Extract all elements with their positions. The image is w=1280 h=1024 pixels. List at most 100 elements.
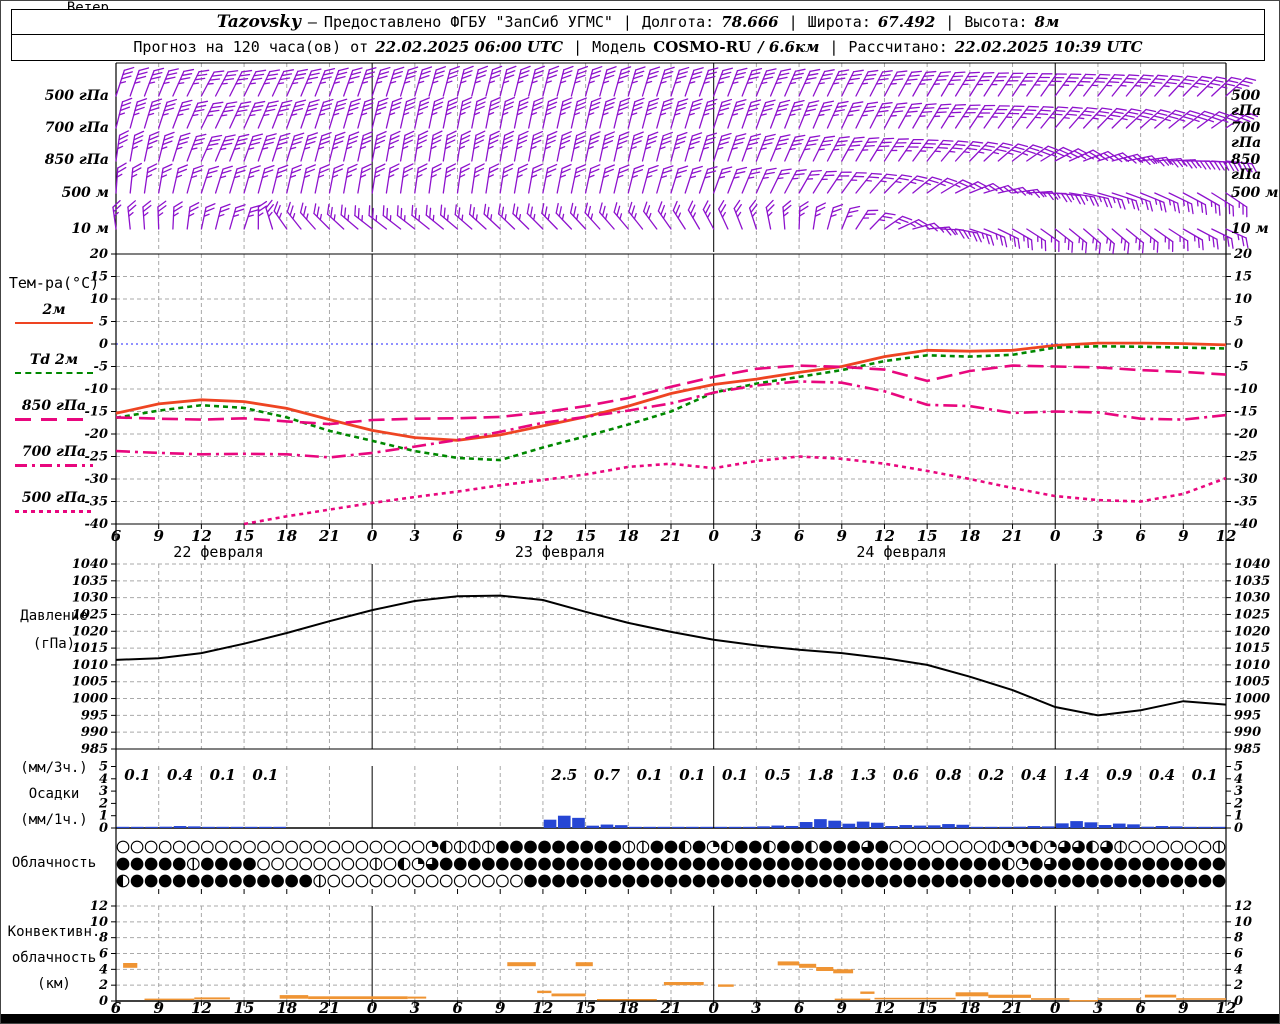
svg-text:-20: -20 bbox=[85, 427, 109, 442]
svg-text:0.1: 0.1 bbox=[637, 766, 663, 784]
separator: | bbox=[788, 13, 798, 31]
cloud-rows bbox=[116, 840, 1226, 888]
altitude-value: 8м bbox=[1034, 13, 1060, 31]
svg-text:-15: -15 bbox=[1234, 405, 1258, 420]
curve-t500 bbox=[243, 455, 1227, 526]
svg-text:1000: 1000 bbox=[72, 692, 108, 707]
model-label: Модель bbox=[592, 38, 647, 56]
precip-units-3h: (мм/3ч.) bbox=[20, 760, 88, 776]
wind-level-700hPa-left: 700 гПа bbox=[44, 120, 109, 136]
svg-text:995: 995 bbox=[1234, 708, 1261, 723]
svg-text:-30: -30 bbox=[1234, 472, 1258, 487]
svg-text:-5: -5 bbox=[1234, 360, 1248, 375]
svg-text:24 февраля: 24 февраля bbox=[856, 543, 946, 561]
svg-text:3: 3 bbox=[751, 527, 761, 545]
svg-text:0: 0 bbox=[99, 994, 108, 1009]
provider-text: Предоставлено ФГБУ "ЗапСиб УГМС" bbox=[323, 13, 613, 31]
wind-level-850hPa-left: 850 гПа bbox=[44, 152, 109, 168]
svg-text:0.1: 0.1 bbox=[1192, 766, 1218, 784]
svg-text:9: 9 bbox=[495, 527, 506, 545]
convective-bars bbox=[123, 961, 1226, 1002]
svg-text:2.5: 2.5 bbox=[550, 766, 577, 784]
legend-label-td2m: Td 2м bbox=[29, 352, 79, 368]
wind-level-700hPa-right: 700 гПа bbox=[1231, 120, 1262, 152]
svg-text:0.1: 0.1 bbox=[210, 766, 236, 784]
svg-text:990: 990 bbox=[81, 725, 108, 740]
wind-level-850hPa-right: 850 гПа bbox=[1231, 152, 1262, 184]
svg-text:1030: 1030 bbox=[1234, 591, 1270, 606]
svg-text:1.3: 1.3 bbox=[850, 766, 876, 784]
legend-label-t500: 500 гПа bbox=[21, 490, 87, 506]
svg-text:1040: 1040 bbox=[1234, 557, 1270, 572]
pressure-panel-units: (гПа) bbox=[32, 636, 76, 652]
svg-text:5: 5 bbox=[1234, 315, 1243, 330]
svg-text:0.4: 0.4 bbox=[1021, 766, 1047, 784]
svg-text:1010: 1010 bbox=[1234, 658, 1270, 673]
svg-text:1.8: 1.8 bbox=[807, 766, 834, 784]
svg-text:10: 10 bbox=[1234, 915, 1252, 930]
svg-text:0.1: 0.1 bbox=[722, 766, 748, 784]
cloud-panel-title: Облачность bbox=[11, 855, 97, 871]
meteogram-canvas: 20 2015 1510 105 50 0-5 -5-10 -10-15 -15-20 -20-2… bbox=[1, 62, 1279, 1023]
legend-label-t700: 700 гПа bbox=[21, 444, 87, 460]
svg-text:6: 6 bbox=[452, 527, 463, 545]
separator: | bbox=[622, 13, 632, 31]
svg-text:20: 20 bbox=[1233, 247, 1252, 262]
svg-text:15: 15 bbox=[1234, 270, 1252, 285]
longitude-value: 78.666 bbox=[721, 13, 779, 31]
svg-text:-40: -40 bbox=[1234, 517, 1258, 532]
legend-line-t500 bbox=[15, 510, 93, 513]
svg-text:9: 9 bbox=[153, 527, 164, 545]
legend-line-t700 bbox=[15, 464, 93, 467]
temperature-panel-title: Тем-ра(°C) bbox=[8, 274, 100, 292]
svg-text:0: 0 bbox=[1234, 337, 1243, 352]
altitude-label: Высота: bbox=[964, 13, 1028, 31]
model-resolution: / 6.6км bbox=[758, 38, 820, 56]
svg-text:1040: 1040 bbox=[72, 557, 108, 572]
svg-text:2: 2 bbox=[1233, 978, 1243, 993]
svg-text:1015: 1015 bbox=[1234, 641, 1270, 656]
svg-text:1035: 1035 bbox=[1234, 574, 1270, 589]
svg-text:0.5: 0.5 bbox=[765, 766, 791, 784]
svg-text:22 февраля: 22 февраля bbox=[173, 543, 263, 561]
svg-text:3: 3 bbox=[410, 527, 420, 545]
svg-text:0.4: 0.4 bbox=[1149, 766, 1175, 784]
svg-text:4: 4 bbox=[1234, 962, 1243, 977]
pressure-panel-title: Давление bbox=[20, 608, 88, 624]
legend-item-t850: 850 гПа bbox=[1, 395, 107, 421]
svg-text:1005: 1005 bbox=[72, 675, 108, 690]
svg-text:0.1: 0.1 bbox=[252, 766, 278, 784]
svg-text:0.2: 0.2 bbox=[978, 766, 1004, 784]
legend-line-t850 bbox=[15, 418, 93, 421]
svg-text:0.1: 0.1 bbox=[679, 766, 705, 784]
legend-item-t500: 500 гПа bbox=[1, 487, 107, 513]
svg-text:12: 12 bbox=[1216, 527, 1237, 545]
svg-text:0: 0 bbox=[708, 527, 719, 545]
convective-panel-title-1: Конвективн. bbox=[7, 924, 101, 940]
svg-text:9: 9 bbox=[1178, 527, 1189, 545]
svg-text:1010: 1010 bbox=[72, 658, 108, 673]
calculated-label: Рассчитано: bbox=[848, 38, 948, 56]
model-name: COSMO-RU bbox=[653, 38, 752, 56]
header-box: Tazovsky — Предоставлено ФГБУ "ЗапСиб УГ… bbox=[11, 9, 1265, 61]
convective-panel-units: (км) bbox=[37, 976, 71, 992]
svg-text:21: 21 bbox=[1001, 527, 1023, 545]
svg-text:0: 0 bbox=[1234, 821, 1243, 836]
latitude-value: 67.492 bbox=[877, 13, 936, 31]
svg-text:12: 12 bbox=[1234, 899, 1252, 914]
svg-text:1000: 1000 bbox=[1234, 692, 1270, 707]
svg-text:-35: -35 bbox=[1234, 495, 1258, 510]
forecast-start-time: 22.02.2025 06:00 UTC bbox=[375, 38, 564, 56]
svg-text:18: 18 bbox=[276, 527, 297, 545]
svg-text:0.6: 0.6 bbox=[893, 766, 920, 784]
separator: | bbox=[945, 13, 955, 31]
header-line-1: Tazovsky — Предоставлено ФГБУ "ЗапСиб УГ… bbox=[12, 10, 1264, 35]
svg-text:10: 10 bbox=[1234, 292, 1252, 307]
separator: | bbox=[829, 38, 839, 56]
svg-text:0.7: 0.7 bbox=[594, 766, 621, 784]
svg-text:0.9: 0.9 bbox=[1106, 766, 1133, 784]
svg-text:-40: -40 bbox=[85, 517, 109, 532]
svg-text:6: 6 bbox=[1135, 527, 1146, 545]
header-line-2: Прогноз на 120 часа(ов) от 22.02.2025 06… bbox=[12, 35, 1264, 59]
station-name: Tazovsky bbox=[216, 12, 301, 32]
